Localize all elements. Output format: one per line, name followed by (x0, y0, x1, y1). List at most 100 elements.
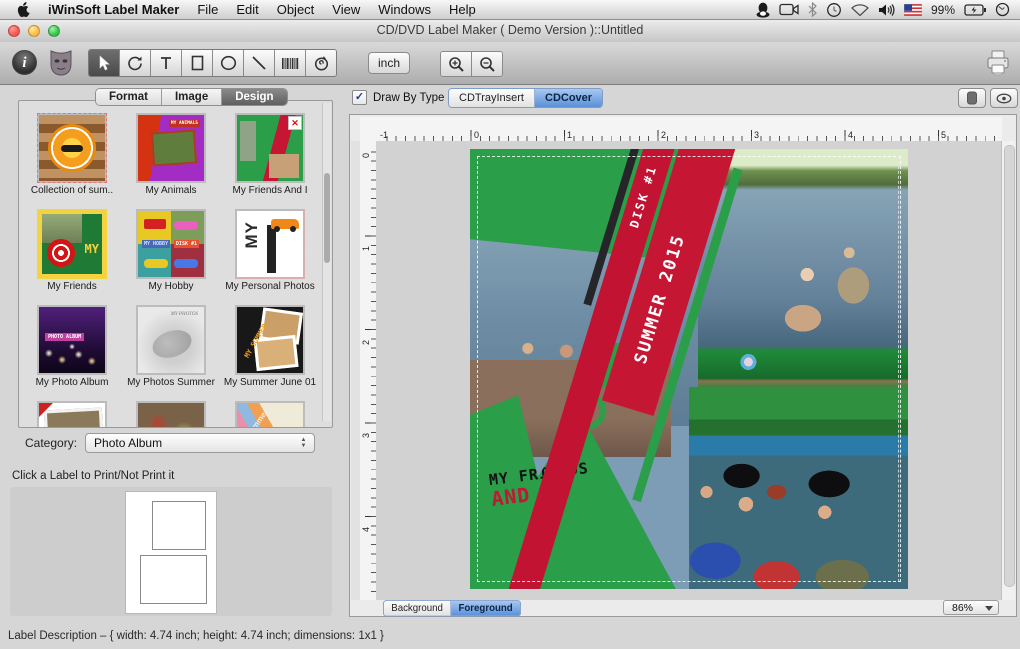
clock-icon[interactable] (995, 2, 1010, 17)
label-description-status: Label Description – { width: 4.74 inch; … (8, 630, 384, 642)
design-item[interactable] (23, 401, 121, 428)
menu-windows[interactable]: Windows (369, 0, 440, 20)
ruler-number: 3 (754, 130, 759, 140)
design-thumbnail[interactable] (136, 401, 206, 428)
tray-view-button[interactable] (958, 88, 986, 108)
design-thumbnail-my-personal-photos[interactable]: MY (235, 209, 305, 279)
segment-background[interactable]: Background (384, 601, 451, 616)
design-thumbnail[interactable]: Summer (235, 401, 305, 428)
design-item[interactable]: MY My Personal Photos (221, 209, 319, 292)
menu-object[interactable]: Object (268, 0, 324, 20)
tab-format[interactable]: Format (96, 89, 162, 105)
print-button[interactable] (984, 49, 1012, 77)
design-label: My Friends And I (221, 185, 319, 196)
video-camera-icon[interactable] (779, 3, 799, 16)
ruler-number: 1 (567, 130, 572, 140)
free-rotate-tool[interactable] (306, 50, 336, 76)
view-buttons (958, 88, 1018, 108)
design-thumbnail-my-friends[interactable]: MY (37, 209, 107, 279)
thumb-art-text: MY PHOTOS (171, 312, 198, 317)
zoom-level-value: 86% (952, 602, 973, 614)
design-label: My Photos Summer (122, 377, 220, 388)
tab-design[interactable]: Design (222, 89, 286, 105)
design-thumbnail-my-hobby[interactable]: MY HOBBY DISK #1 (136, 209, 206, 279)
ruler-number: 2 (661, 130, 666, 140)
design-item[interactable]: MY ANIMALS My Animals (122, 113, 220, 196)
design-thumbnail-collection-of-summer[interactable] (37, 113, 107, 183)
menu-help[interactable]: Help (440, 0, 485, 20)
canvas-vertical-scrollbar[interactable] (1001, 141, 1015, 601)
cd-cover-artwork[interactable]: MY FRIENDS ANDI DISK #1 SUMMER 2015 (470, 149, 908, 589)
preview-eye-button[interactable] (990, 88, 1018, 108)
vertical-ruler: 0 1 2 3 4 (360, 141, 377, 601)
design-thumbnail-my-photos-summer[interactable]: MY PHOTOS (136, 305, 206, 375)
design-panel-scrollbar[interactable] (322, 103, 331, 421)
ruler-number: 1 (361, 246, 371, 251)
design-thumbnail-my-photo-album[interactable]: PHOTO ALBUM (37, 305, 107, 375)
remove-design-icon[interactable]: ✕ (288, 116, 302, 130)
ellipse-tool[interactable] (213, 50, 244, 76)
barcode-tool[interactable] (275, 50, 306, 76)
draw-by-type-checkbox[interactable]: ✓ (352, 90, 367, 105)
volume-icon[interactable] (878, 3, 895, 17)
design-thumbnail-my-animals[interactable]: MY ANIMALS (136, 113, 206, 183)
segment-cdcover[interactable]: CDCover (535, 89, 602, 107)
thumb-art-text: PHOTO ALBUM (45, 333, 84, 341)
category-select[interactable]: Photo Album ▲▼ (85, 433, 315, 453)
segment-foreground[interactable]: Foreground (451, 601, 520, 616)
text-tool[interactable] (151, 50, 182, 76)
info-button[interactable]: i (12, 50, 37, 75)
print-page[interactable] (125, 491, 217, 614)
rectangle-tool[interactable] (182, 50, 213, 76)
dropdown-arrow-icon (985, 606, 993, 611)
zoom-in-button[interactable] (441, 52, 472, 76)
draw-by-type-label: Draw By Type (373, 92, 444, 104)
family-photo (689, 387, 908, 589)
design-item[interactable]: MY HOBBY DISK #1 My Hobby (122, 209, 220, 292)
window-title-bar[interactable]: CD/DVD Label Maker ( Demo Version )::Unt… (0, 20, 1020, 43)
line-tool[interactable] (244, 50, 275, 76)
wifi-icon[interactable] (851, 3, 869, 16)
design-item[interactable]: MY My Friends (23, 209, 121, 292)
design-item[interactable]: MY PHOTOS My Photos Summer (122, 305, 220, 388)
design-thumbnail[interactable] (37, 401, 107, 428)
category-value: Photo Album (94, 436, 162, 450)
print-label-slot-1[interactable] (152, 501, 206, 550)
zoom-out-button[interactable] (472, 52, 502, 76)
design-item[interactable] (122, 401, 220, 428)
time-machine-icon[interactable] (826, 2, 842, 18)
menu-edit[interactable]: Edit (227, 0, 267, 20)
thumb-art-text: Summer (244, 408, 270, 428)
us-flag-icon[interactable] (904, 4, 922, 16)
menu-file[interactable]: File (188, 0, 227, 20)
horizontal-ruler: -1 0 1 2 3 4 5 (376, 117, 1002, 142)
print-label-slot-2[interactable] (140, 555, 207, 604)
unit-button[interactable]: inch (368, 52, 410, 74)
design-item[interactable]: Summer (221, 401, 319, 428)
print-preview-panel (10, 487, 332, 616)
menu-bar: iWinSoft Label Maker File Edit Object Vi… (0, 0, 1020, 20)
menu-app-name[interactable]: iWinSoft Label Maker (39, 0, 188, 20)
design-thumbnail-my-friends-and-i[interactable]: ✕ (235, 113, 305, 183)
menu-view[interactable]: View (323, 0, 369, 20)
segment-cdtrayinsert[interactable]: CDTrayInsert (449, 89, 535, 107)
canvas-viewport[interactable]: MY FRIENDS ANDI DISK #1 SUMMER 2015 (376, 141, 1002, 601)
design-label: My Hobby (122, 281, 220, 292)
bluetooth-icon[interactable] (808, 2, 817, 17)
rotate-tool[interactable] (120, 50, 151, 76)
zoom-level-select[interactable]: 86% (943, 600, 999, 615)
design-item[interactable]: Collection of sum.. (23, 113, 121, 196)
design-thumbnail-my-summer-june-01[interactable]: MY SUMMER (235, 305, 305, 375)
design-item[interactable]: MY SUMMER My Summer June 01 (221, 305, 319, 388)
design-item[interactable]: ✕ My Friends And I (221, 113, 319, 196)
mask-button[interactable] (48, 49, 74, 77)
select-arrow-tool[interactable] (89, 50, 120, 76)
qq-penguin-icon[interactable] (756, 2, 770, 18)
battery-icon[interactable] (964, 4, 986, 16)
tab-image[interactable]: Image (162, 89, 222, 105)
ruler-corner (360, 117, 377, 142)
ruler-number: 3 (361, 433, 371, 438)
design-item[interactable]: PHOTO ALBUM My Photo Album (23, 305, 121, 388)
apple-menu[interactable] (8, 2, 39, 17)
canvas-bottom-bar: Background Foreground 86% (351, 600, 1015, 615)
